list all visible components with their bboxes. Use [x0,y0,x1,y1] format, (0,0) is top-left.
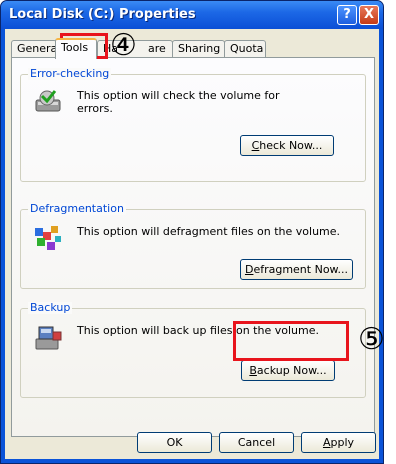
tab-sharing-label: Sharing [178,42,221,55]
disk-check-icon [35,90,61,112]
defragmentation-title: Defragmentation [28,202,126,215]
backup-now-button[interactable]: Backup Now... [241,360,335,381]
error-checking-title: Error-checking [28,67,112,80]
defragmentation-group: Defragmentation This option will defragm… [20,203,366,289]
error-checking-description-2: errors. [77,102,113,115]
check-now-button[interactable]: Check Now... [240,135,334,156]
properties-window: Local Disk (C:) Properties ? X Genera To… [0,0,384,464]
defragment-icon [35,226,61,250]
backup-button-highlight [233,321,349,361]
backup-icon [35,326,62,350]
dialog-client: Genera Tools Ha are Sharing Quota Error-c… [5,29,379,459]
error-checking-group: Error-checking This option will check th… [20,68,366,182]
close-button[interactable]: X [359,5,379,25]
tab-tools[interactable]: Tools [55,38,97,59]
help-icon: ? [343,7,351,22]
defragmentation-description: This option will defragment files on the… [77,225,341,238]
window-title: Local Disk (C:) Properties [9,7,196,22]
cancel-button[interactable]: Cancel [219,432,294,453]
defragment-now-button[interactable]: Defragment Now... [240,259,353,280]
step-4-marker: ④ [110,28,137,63]
tab-sharing[interactable]: Sharing [172,40,225,58]
error-checking-description-1: This option will check the volume for [77,89,280,102]
tab-quota-label: Quota [230,42,264,55]
tab-general[interactable]: Genera [11,40,57,58]
tab-tools-label: Tools [61,41,89,54]
apply-button[interactable]: Apply [301,432,376,453]
close-icon: X [363,7,375,22]
tab-general-label: Genera [17,42,57,55]
title-bar[interactable]: Local Disk (C:) Properties ? X [1,1,383,29]
tools-panel: Error-checking This option will check th… [11,57,375,437]
tab-hardware-label-tail: are [148,42,166,55]
backup-title: Backup [28,301,73,314]
step-5-marker: ⑤ [358,322,385,357]
help-button[interactable]: ? [337,5,357,25]
ok-button[interactable]: OK [137,432,212,453]
tab-quota[interactable]: Quota [224,40,266,58]
